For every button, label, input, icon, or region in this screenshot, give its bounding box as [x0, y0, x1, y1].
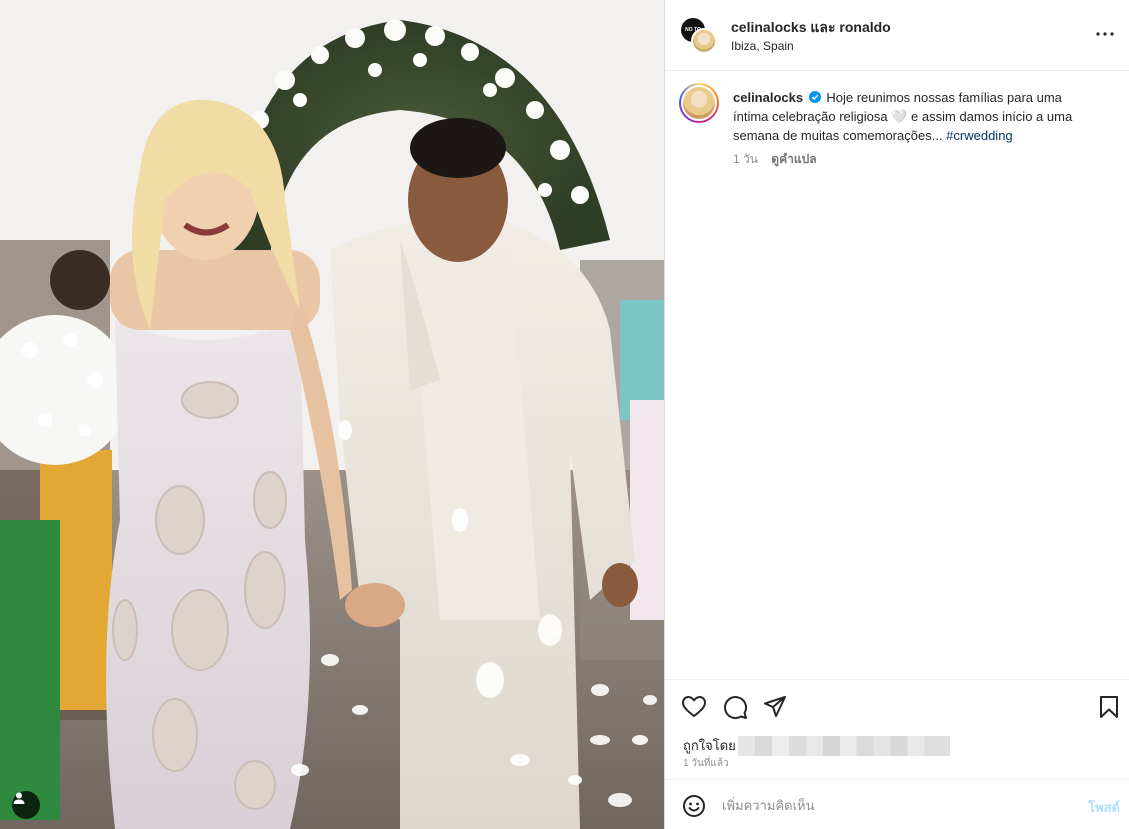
more-options-button[interactable]: [1093, 22, 1117, 46]
user-tag-icon: [13, 792, 25, 804]
comment-bar: โพสต์: [665, 779, 1129, 829]
see-translation-link[interactable]: ดูคำแปล: [771, 152, 816, 166]
post-timestamp[interactable]: 1 วันที่แล้ว: [683, 756, 729, 771]
post-header: NO TO celinalocks และ ronaldo Ibiza, Spa…: [665, 0, 1129, 71]
caption-username[interactable]: celinalocks: [733, 90, 803, 105]
author-conjunction: และ: [810, 19, 836, 35]
user-tag-button[interactable]: [12, 791, 40, 819]
action-bar: ถูกใจโดย 1 วันที่แล้ว: [665, 679, 1129, 779]
post-photo[interactable]: [0, 0, 664, 829]
paper-plane-icon[interactable]: [762, 694, 788, 720]
hashtag-link[interactable]: #crwedding: [946, 128, 1013, 143]
bookmark-icon[interactable]: [1096, 694, 1122, 720]
caption-age: 1 วัน: [733, 152, 758, 166]
blurred-usernames: [737, 735, 950, 756]
post-comment-button[interactable]: โพสต์: [1088, 797, 1120, 818]
caption-meta: 1 วัน ดูคำแปล: [733, 150, 817, 169]
heart-icon[interactable]: [681, 694, 707, 720]
caption-text: celinalocks Hoje reunimos nossas família…: [733, 88, 1093, 145]
caption-avatar[interactable]: [679, 83, 719, 123]
author-username[interactable]: celinalocks: [731, 19, 807, 35]
author-names: celinalocks และ ronaldo: [731, 17, 891, 39]
comment-bubble-icon[interactable]: [722, 694, 748, 720]
smiley-icon[interactable]: [682, 794, 706, 818]
post-location[interactable]: Ibiza, Spain: [731, 39, 794, 53]
verified-badge-icon: [808, 91, 821, 103]
avatar: [681, 85, 717, 121]
comment-input[interactable]: [722, 793, 1062, 817]
liked-by: ถูกใจโดย: [683, 735, 950, 756]
coauthor-username[interactable]: ronaldo: [839, 19, 890, 35]
collab-avatars[interactable]: NO TO: [681, 18, 717, 54]
avatar: [691, 28, 717, 54]
wedding-photo: [0, 0, 664, 829]
liked-by-label: ถูกใจโดย: [683, 738, 736, 753]
more-horizontal-icon: [1096, 32, 1114, 36]
post-side-panel: NO TO celinalocks และ ronaldo Ibiza, Spa…: [664, 0, 1129, 829]
